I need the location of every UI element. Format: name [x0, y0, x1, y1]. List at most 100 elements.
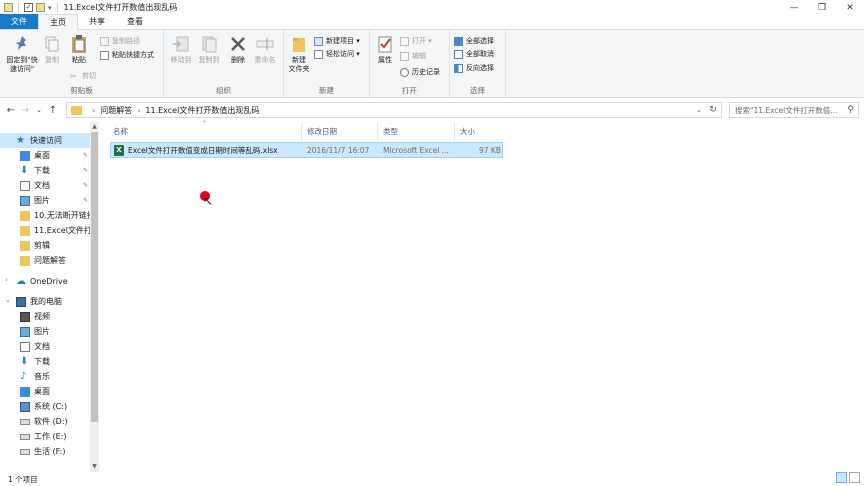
nav-item-drive-c[interactable]: 系统 (C:) [0, 399, 90, 414]
chevron-up-icon[interactable]: ▲ [90, 123, 99, 130]
select-none-button[interactable]: 全部取消 [454, 48, 494, 60]
nav-item-desktop[interactable]: 桌面 ✎ [0, 148, 90, 163]
copy-icon [45, 36, 59, 52]
breadcrumb-item[interactable]: 11.Excel文件打开数值出现乱码 [145, 105, 259, 116]
large-icons-view-icon[interactable] [849, 472, 860, 483]
easy-access-icon [314, 49, 323, 59]
invert-selection-button[interactable]: 反向选择 [454, 62, 494, 74]
clipboard-group-label: 剪贴板 [70, 86, 93, 95]
copy-to-icon [202, 36, 217, 53]
chevron-down-icon[interactable]: ▼ [90, 463, 99, 470]
drive-icon [20, 418, 30, 425]
tab-share[interactable]: 共享 [78, 14, 116, 29]
navigation-pane: ⌄ ★ 快速访问 桌面 ✎ ⬇ 下载 ✎ 文档 ✎ 图片 ✎ 10.无法断开链接… [0, 122, 100, 472]
address-bar[interactable]: › 问题解答 › 11.Excel文件打开数值出现乱码 ⌄ ↻ [66, 102, 722, 118]
nav-item-desktop[interactable]: 桌面 [0, 384, 90, 399]
open-button[interactable]: 打开 ▾ [400, 35, 432, 47]
file-row[interactable]: X Excel文件打开数值变成日期时间等乱码.xlsx 2016/11/7 16… [110, 142, 503, 158]
column-header-type[interactable]: 类型 [378, 122, 455, 140]
title-bar: ✓ ▾ 11.Excel文件打开数值出现乱码 — ❐ ✕ [0, 0, 864, 15]
paste-button[interactable]: 粘贴 [66, 34, 92, 65]
download-icon: ⬇ [20, 164, 29, 176]
delete-button[interactable]: 删除 [228, 34, 248, 65]
nav-item-music[interactable]: ♪ 音乐 [0, 369, 90, 384]
nav-item-drive-d[interactable]: 软件 (D:) [0, 414, 90, 429]
history-button[interactable]: 历史记录 [400, 66, 440, 78]
view-toggle [836, 472, 860, 483]
new-group-label: 新建 [319, 86, 334, 95]
tab-home[interactable]: 主页 [38, 14, 78, 30]
nav-scrollbar[interactable]: ▲ ▼ [90, 122, 99, 472]
nav-item-videos[interactable]: 视频 [0, 309, 90, 324]
forward-arrow-icon[interactable]: → [18, 102, 32, 118]
pin-quick-access-button[interactable]: 固定到"快 速访问" [4, 34, 40, 74]
paste-icon [72, 35, 86, 53]
column-header-size[interactable]: 大小 [455, 122, 503, 140]
pictures-icon [20, 195, 30, 206]
nav-item-documents[interactable]: 文档 ✎ [0, 178, 90, 193]
back-arrow-icon[interactable]: ← [4, 102, 18, 118]
up-arrow-icon[interactable]: ↑ [46, 102, 60, 118]
copy-to-button[interactable]: 复制到 [196, 34, 222, 65]
rename-button[interactable]: 重命名 [252, 34, 278, 65]
nav-item-downloads[interactable]: ⬇ 下载 [0, 354, 90, 369]
maximize-button[interactable]: ❐ [808, 0, 836, 15]
ribbon: 固定到"快 速访问" 复制 粘贴 复制路径 粘贴快捷方式 ✂ 剪切 剪贴板 移动… [0, 30, 864, 98]
close-button[interactable]: ✕ [836, 0, 864, 15]
item-count: 1 个项目 [8, 474, 38, 484]
desktop-icon [20, 150, 30, 161]
new-folder-button[interactable]: 新建 文件夹 [286, 34, 312, 74]
details-view-icon[interactable] [836, 472, 847, 483]
status-bar: 1 个项目 [0, 472, 864, 486]
file-name-cell: X Excel文件打开数值变成日期时间等乱码.xlsx [114, 143, 304, 157]
nav-item-drive-f[interactable]: 生活 (F:) [0, 444, 90, 459]
chevron-right-icon: › [92, 105, 96, 115]
nav-quick-access[interactable]: ★ 快速访问 [0, 133, 90, 148]
cut-button[interactable]: ✂ 剪切 [70, 70, 96, 82]
properties-button[interactable]: 属性 [374, 34, 396, 65]
chevron-down-icon[interactable]: ⌄ [693, 103, 705, 117]
refresh-icon[interactable]: ↻ [707, 103, 719, 117]
new-folder-quick-icon[interactable] [36, 3, 45, 12]
breadcrumb-item[interactable]: 问题解答 [100, 105, 132, 116]
recent-dropdown-icon[interactable]: ⌄ [32, 102, 46, 118]
column-header-date[interactable]: 修改日期 [302, 122, 378, 140]
select-all-button[interactable]: 全部选择 [454, 35, 494, 47]
nav-item-folder[interactable]: 10.无法断开链接 [0, 208, 90, 223]
new-item-button[interactable]: 新建项目 ▾ [314, 35, 360, 47]
nav-item-folder[interactable]: 剪辑 [0, 238, 90, 253]
nav-item-downloads[interactable]: ⬇ 下载 ✎ [0, 163, 90, 178]
tab-file[interactable]: 文件 [0, 14, 38, 29]
copy-path-button[interactable]: 复制路径 [100, 35, 140, 47]
rename-icon [256, 38, 274, 50]
nav-item-folder[interactable]: 11.Excel文件打开 [0, 223, 90, 238]
column-header-name[interactable]: 名称 [108, 122, 302, 140]
nav-item-folder[interactable]: 问题解答 [0, 253, 90, 268]
nav-item-pictures[interactable]: 图片 [0, 324, 90, 339]
search-input[interactable]: 搜索"11.Excel文件打开数值... ⚲ [729, 102, 859, 118]
history-icon [400, 67, 409, 77]
folder-icon [71, 105, 82, 115]
move-to-button[interactable]: 移动到 [168, 34, 194, 65]
folder-icon [20, 210, 30, 221]
document-icon [20, 180, 30, 191]
paste-shortcut-button[interactable]: 粘贴快捷方式 [100, 49, 154, 61]
window-title: 11.Excel文件打开数值出现乱码 [63, 3, 178, 12]
minimize-button[interactable]: — [780, 0, 808, 15]
tab-view[interactable]: 查看 [116, 14, 154, 29]
properties-quick-icon[interactable]: ✓ [24, 3, 33, 12]
delete-icon [231, 37, 245, 51]
scrollbar-thumb[interactable] [91, 132, 98, 422]
nav-item-pictures[interactable]: 图片 ✎ [0, 193, 90, 208]
pin-icon [16, 36, 26, 50]
nav-item-documents[interactable]: 文档 [0, 339, 90, 354]
easy-access-button[interactable]: 轻松访问 ▾ [314, 48, 360, 60]
nav-onedrive[interactable]: ☁ OneDrive [0, 274, 90, 289]
desktop-icon [20, 386, 30, 397]
copy-button[interactable]: 复制 [42, 34, 62, 65]
open-icon [400, 36, 409, 46]
quick-access-dropdown-icon[interactable]: ▾ [48, 4, 52, 12]
edit-button[interactable]: 编辑 [400, 50, 426, 62]
nav-item-drive-e[interactable]: 工作 (E:) [0, 429, 90, 444]
nav-this-pc[interactable]: 我的电脑 [0, 294, 90, 309]
